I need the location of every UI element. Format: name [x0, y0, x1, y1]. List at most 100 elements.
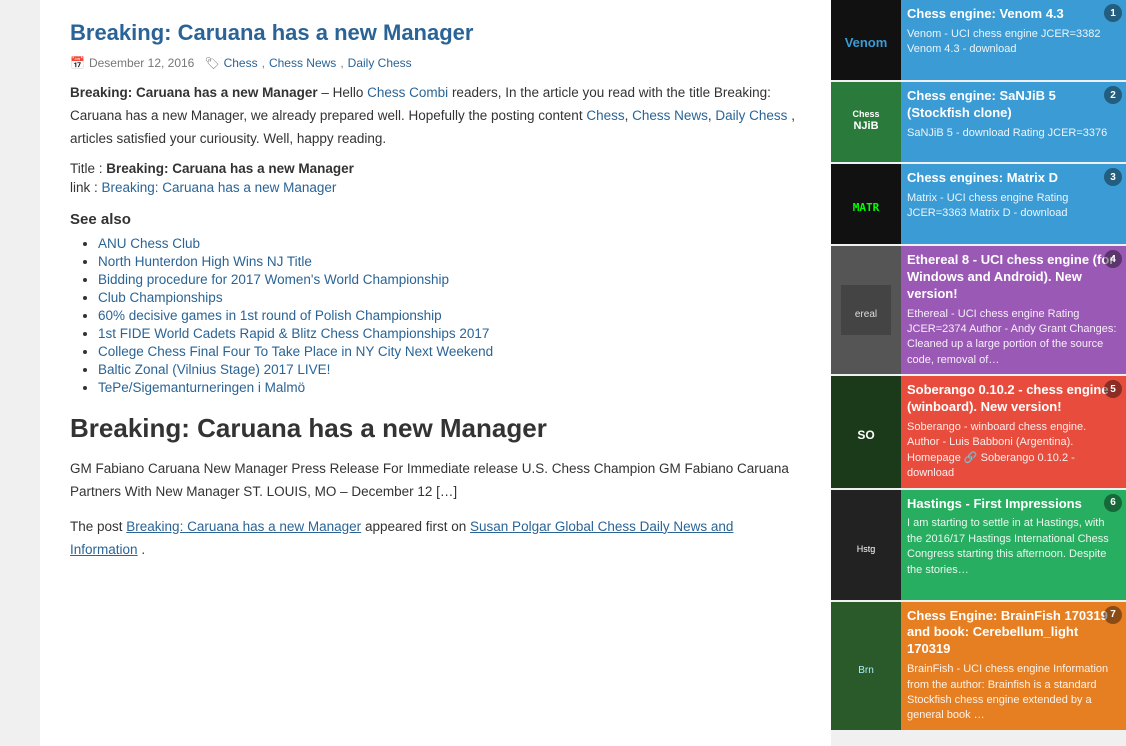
article-link-field: link : Breaking: Caruana has a new Manag… [70, 180, 801, 195]
sidebar-item-1[interactable]: Venom Chess engine: Venom 4.3 Venom - UC… [831, 0, 1126, 80]
sidebar-title-5: Soberango 0.10.2 - chess engine (winboar… [907, 382, 1118, 416]
article1-title[interactable]: Breaking: Caruana has a new Manager [70, 20, 801, 46]
sidebar-number-2: 2 [1104, 86, 1122, 104]
chess-link[interactable]: Chess [586, 108, 624, 123]
article-tags: 🏷 Chess, Chess News, Daily Chess [204, 56, 411, 70]
title-label: Title : [70, 161, 106, 176]
sidebar-item-3[interactable]: MATR Chess engines: Matrix D Matrix - UC… [831, 164, 1126, 244]
post-prefix: The post [70, 519, 126, 534]
svg-text:MATR: MATR [853, 201, 880, 214]
thumb-label-3: MATR [836, 174, 896, 234]
post-mid: appeared first on [365, 519, 470, 534]
see-also-list: ANU Chess Club North Hunterdon High Wins… [70, 236, 801, 395]
thumb-label-1: Venom [836, 10, 896, 70]
list-item: TePe/Sigemanturneringen i Malmö [98, 380, 801, 395]
sidebar-text-3: Chess engines: Matrix D Matrix - UCI che… [901, 164, 1126, 244]
see-also-link-5[interactable]: 60% decisive games in 1st round of Polis… [98, 308, 442, 323]
sidebar-desc-2: SaNJiB 5 - download Rating JCER=3376 [907, 126, 1118, 141]
sidebar-title-4: Ethereal 8 - UCI chess engine (for Windo… [907, 252, 1118, 303]
list-item: North Hunterdon High Wins NJ Title [98, 254, 801, 269]
ethereal-icon: ereal [841, 285, 891, 335]
article-date: 📅 Desember 12, 2016 [70, 56, 194, 70]
intro-bold: Breaking: Caruana has a new Manager [70, 85, 318, 100]
sidebar-title-6: Hastings - First Impressions [907, 496, 1118, 513]
see-also-link-6[interactable]: 1st FIDE World Cadets Rapid & Blitz Ches… [98, 326, 489, 341]
sidebar-item-6[interactable]: Hstg Hastings - First Impressions I am s… [831, 490, 1126, 600]
list-item: College Chess Final Four To Take Place i… [98, 344, 801, 359]
thumb-label-2: Chess NJiB [836, 92, 896, 152]
see-also-link-7[interactable]: College Chess Final Four To Take Place i… [98, 344, 493, 359]
post-title-link[interactable]: Breaking: Caruana has a new Manager [126, 519, 361, 534]
sidebar-text-1: Chess engine: Venom 4.3 Venom - UCI ches… [901, 0, 1126, 80]
thumb-label-4: ereal [836, 280, 896, 340]
article2-body: GM Fabiano Caruana New Manager Press Rel… [70, 458, 801, 504]
sidebar-desc-4: Ethereal - UCI chess engine Rating JCER=… [907, 307, 1118, 369]
sidebar-title-1: Chess engine: Venom 4.3 [907, 6, 1118, 23]
title-value: Breaking: Caruana has a new Manager [106, 161, 354, 176]
sidebar-thumb-6: Hstg [831, 490, 901, 600]
see-also-link-2[interactable]: North Hunterdon High Wins NJ Title [98, 254, 312, 269]
see-also-link-8[interactable]: Baltic Zonal (Vilnius Stage) 2017 LIVE! [98, 362, 330, 377]
matrix-icon: MATR [841, 179, 891, 229]
sidebar-item-4[interactable]: ereal Ethereal 8 - UCI chess engine (for… [831, 246, 1126, 374]
sidebar-text-6: Hastings - First Impressions I am starti… [901, 490, 1126, 600]
see-also-link-4[interactable]: Club Championships [98, 290, 223, 305]
sidebar-number-1: 1 [1104, 4, 1122, 22]
sidebar-text-7: Chess Engine: BrainFish 170319 and book:… [901, 602, 1126, 730]
link-label: link : [70, 180, 102, 195]
sidebar-title-3: Chess engines: Matrix D [907, 170, 1118, 187]
article-title-field: Title : Breaking: Caruana has a new Mana… [70, 161, 801, 176]
post-info: The post Breaking: Caruana has a new Man… [70, 516, 801, 562]
sidebar-desc-1: Venom - UCI chess engine JCER=3382 Venom… [907, 27, 1118, 58]
sidebar-thumb-2: Chess NJiB [831, 82, 901, 162]
svg-text:Venom: Venom [845, 35, 888, 50]
venom-icon: Venom [841, 15, 891, 65]
soberango-icon: SO [841, 407, 891, 457]
sidebar-text-4: Ethereal 8 - UCI chess engine (for Windo… [901, 246, 1126, 374]
sidebar-desc-6: I am starting to settle in at Hastings, … [907, 516, 1118, 578]
sidebar: Venom Chess engine: Venom 4.3 Venom - UC… [831, 0, 1126, 746]
list-item: Club Championships [98, 290, 801, 305]
see-also-link-9[interactable]: TePe/Sigemanturneringen i Malmö [98, 380, 305, 395]
sidebar-item-7[interactable]: Brn Chess Engine: BrainFish 170319 and b… [831, 602, 1126, 730]
sidebar-number-3: 3 [1104, 168, 1122, 186]
sidebar-item-5[interactable]: SO Soberango 0.10.2 - chess engine (winb… [831, 376, 1126, 487]
sidebar-number-7: 7 [1104, 606, 1122, 624]
see-also-link-1[interactable]: ANU Chess Club [98, 236, 200, 251]
sidebar-item-2[interactable]: Chess NJiB Chess engine: SaNJiB 5 (Stock… [831, 82, 1126, 162]
svg-text:SO: SO [857, 428, 874, 442]
article-meta: 📅 Desember 12, 2016 🏷 Chess, Chess News,… [70, 56, 801, 70]
sidebar-title-7: Chess Engine: BrainFish 170319 and book:… [907, 608, 1118, 659]
list-item: 60% decisive games in 1st round of Polis… [98, 308, 801, 323]
chess-news-link[interactable]: Chess News [632, 108, 708, 123]
list-item: Baltic Zonal (Vilnius Stage) 2017 LIVE! [98, 362, 801, 377]
article2-title: Breaking: Caruana has a new Manager [70, 413, 801, 444]
list-item: 1st FIDE World Cadets Rapid & Blitz Ches… [98, 326, 801, 341]
svg-text:Hstg: Hstg [857, 544, 876, 554]
list-item: ANU Chess Club [98, 236, 801, 251]
see-also-link-3[interactable]: Bidding procedure for 2017 Women's World… [98, 272, 449, 287]
article-self-link[interactable]: Breaking: Caruana has a new Manager [102, 180, 337, 195]
sidebar-text-5: Soberango 0.10.2 - chess engine (winboar… [901, 376, 1126, 487]
sidebar-desc-5: Soberango - winboard chess engine. Autho… [907, 420, 1118, 482]
daily-chess-link[interactable]: Daily Chess [715, 108, 787, 123]
hastings-icon: Hstg [841, 520, 891, 570]
sidebar-thumb-3: MATR [831, 164, 901, 244]
thumb-label-7: Brn [836, 636, 896, 696]
sidebar-number-6: 6 [1104, 494, 1122, 512]
svg-text:Brn: Brn [858, 665, 874, 676]
article-intro: Breaking: Caruana has a new Manager – He… [70, 82, 801, 151]
list-item: Bidding procedure for 2017 Women's World… [98, 272, 801, 287]
thumb-label-6: Hstg [836, 515, 896, 575]
sanji-icon: Chess NJiB [841, 97, 891, 147]
intro-text: – Hello [321, 85, 367, 100]
sidebar-number-4: 4 [1104, 250, 1122, 268]
sidebar-desc-7: BrainFish - UCI chess engine Information… [907, 662, 1118, 724]
svg-text:NJiB: NJiB [853, 120, 878, 132]
brainfish-icon: Brn [841, 641, 891, 691]
chess-combi-link[interactable]: Chess Combi [367, 85, 448, 100]
sidebar-thumb-4: ereal [831, 246, 901, 374]
post-end: . [141, 542, 145, 557]
svg-text:Chess: Chess [852, 109, 879, 119]
calendar-icon: 📅 [70, 56, 85, 70]
